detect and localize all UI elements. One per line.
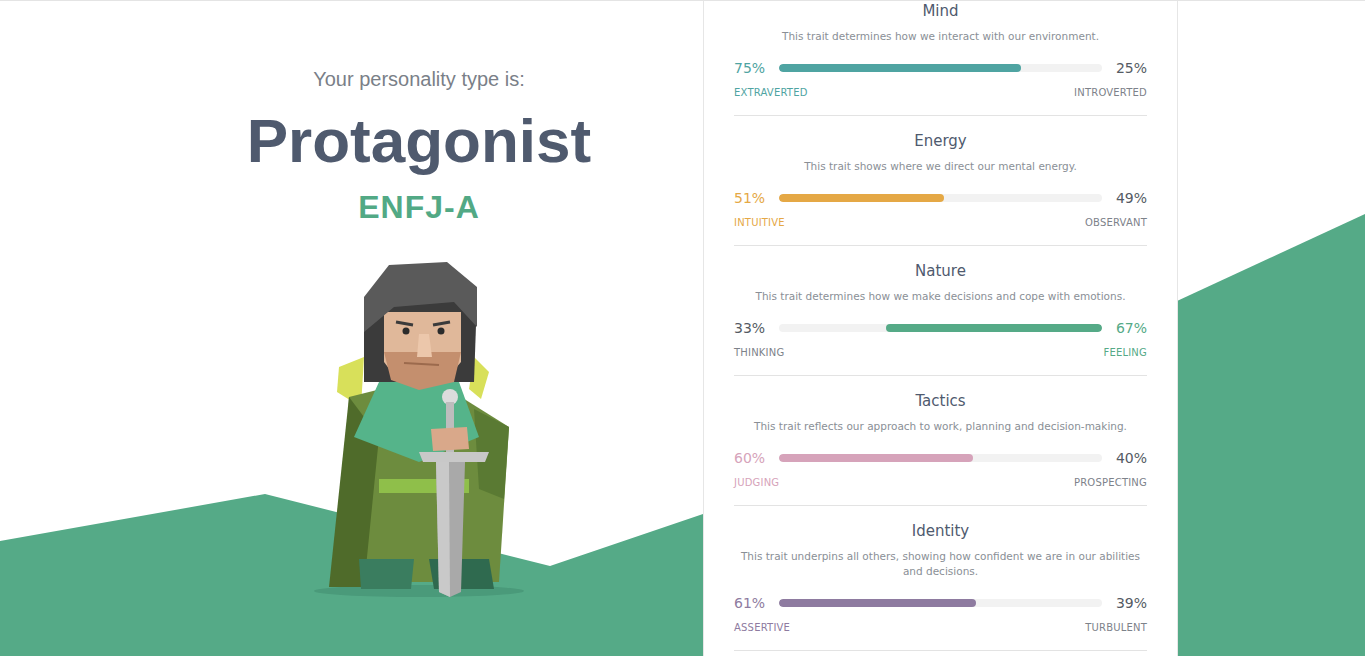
trait-bar-row: 33% 67% [734,318,1147,338]
type-panel: Your personality type is: Protagonist ENFJ… [0,1,703,656]
trait-title: Nature [734,262,1147,280]
trait-bar-track [779,194,1102,202]
trait-title: Tactics [734,392,1147,410]
trait-bar-row: 51% 49% [734,188,1147,208]
left-percent: 33% [734,318,779,338]
trait-labels: THINKING FEELING [734,346,1147,360]
trait-description: This trait determines how we interact wi… [734,29,1147,44]
left-label: EXTRAVERTED [734,86,808,100]
trait-bar-fill [779,599,976,607]
left-percent: 75% [734,58,779,78]
trait-title: Energy [734,132,1147,150]
trait-bar-track [779,454,1102,462]
trait-bar-fill [779,194,944,202]
trait-bar-track [779,64,1102,72]
right-label: TURBULENT [1085,621,1147,635]
trait-bar-row: 75% 25% [734,58,1147,78]
left-label: ASSERTIVE [734,621,790,635]
trait-section: Nature This trait determines how we make … [734,246,1147,376]
type-name: Protagonist [247,105,591,177]
right-hill [1177,214,1365,656]
trait-section: Tactics This trait reflects our approach … [734,376,1147,506]
trait-bar-fill [779,454,973,462]
right-label: INTROVERTED [1074,86,1147,100]
trait-bar-track [779,324,1102,332]
left-percent: 51% [734,188,779,208]
right-percent: 40% [1102,448,1147,468]
protagonist-character-icon [299,259,539,604]
right-percent: 25% [1102,58,1147,78]
right-label: FEELING [1103,346,1147,360]
left-percent: 60% [734,448,779,468]
right-label: OBSERVANT [1085,216,1147,230]
trait-title: Identity [734,522,1147,540]
intro-text: Your personality type is: [313,67,525,91]
trait-description: This trait reflects our approach to work… [734,419,1147,434]
trait-section: Identity This trait underpins all others,… [734,506,1147,651]
left-percent: 61% [734,593,779,613]
left-label: JUDGING [734,476,779,490]
trait-description: This trait determines how we make decisi… [734,289,1147,304]
trait-labels: EXTRAVERTED INTROVERTED [734,86,1147,100]
trait-bar-row: 61% 39% [734,593,1147,613]
traits-card: Mind This trait determines how we interac… [703,1,1178,656]
type-code: ENFJ-A [358,189,480,225]
result-page: Your personality type is: Protagonist ENFJ… [0,0,1365,656]
trait-title: Mind [734,2,1147,20]
left-label: INTUITIVE [734,216,785,230]
trait-description: This trait shows where we direct our men… [734,159,1147,174]
trait-bar-fill [886,324,1102,332]
trait-section: Energy This trait shows where we direct o… [734,116,1147,246]
trait-labels: INTUITIVE OBSERVANT [734,216,1147,230]
trait-labels: JUDGING PROSPECTING [734,476,1147,490]
trait-section: Mind This trait determines how we interac… [734,2,1147,116]
right-percent: 49% [1102,188,1147,208]
trait-labels: ASSERTIVE TURBULENT [734,621,1147,635]
trait-bar-track [779,599,1102,607]
right-percent: 39% [1102,593,1147,613]
left-label: THINKING [734,346,784,360]
trait-description: This trait underpins all others, showing… [734,549,1147,579]
trait-bar-row: 60% 40% [734,448,1147,468]
right-percent: 67% [1102,318,1147,338]
trait-bar-fill [779,64,1021,72]
right-label: PROSPECTING [1074,476,1147,490]
